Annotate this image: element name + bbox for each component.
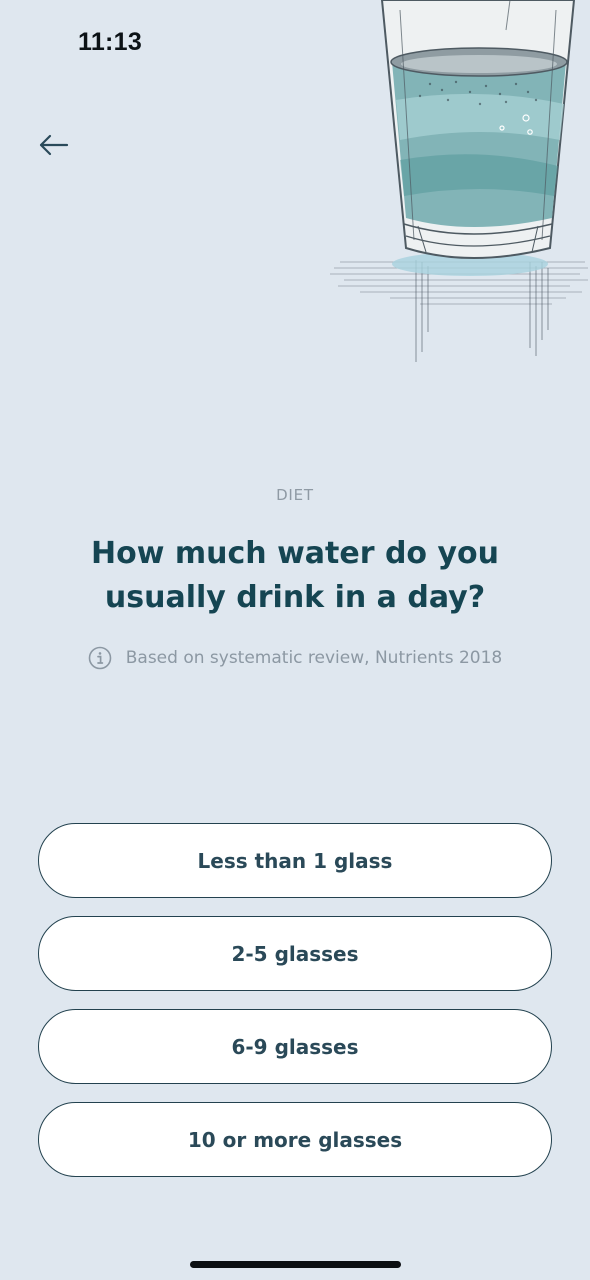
back-button[interactable] — [34, 126, 74, 166]
home-indicator — [190, 1261, 401, 1268]
option-2-5-glasses[interactable]: 2-5 glasses — [38, 916, 552, 991]
status-time: 11:13 — [78, 28, 143, 56]
source-text: Based on systematic review, Nutrients 20… — [125, 648, 503, 668]
question-title: How much water do you usually drink in a… — [90, 536, 500, 615]
option-less-than-1-glass[interactable]: Less than 1 glass — [38, 823, 552, 898]
arrow-left-icon — [39, 134, 69, 156]
water-glass-illustration — [330, 0, 588, 362]
option-6-9-glasses[interactable]: 6-9 glasses — [38, 1009, 552, 1084]
answer-options: Less than 1 glass 2-5 glasses 6-9 glasse… — [38, 823, 552, 1195]
info-icon — [88, 646, 112, 670]
question-category: DIET — [276, 486, 314, 504]
option-10-or-more-glasses[interactable]: 10 or more glasses — [38, 1102, 552, 1177]
source-note: Based on systematic review, Nutrients 20… — [0, 644, 590, 672]
